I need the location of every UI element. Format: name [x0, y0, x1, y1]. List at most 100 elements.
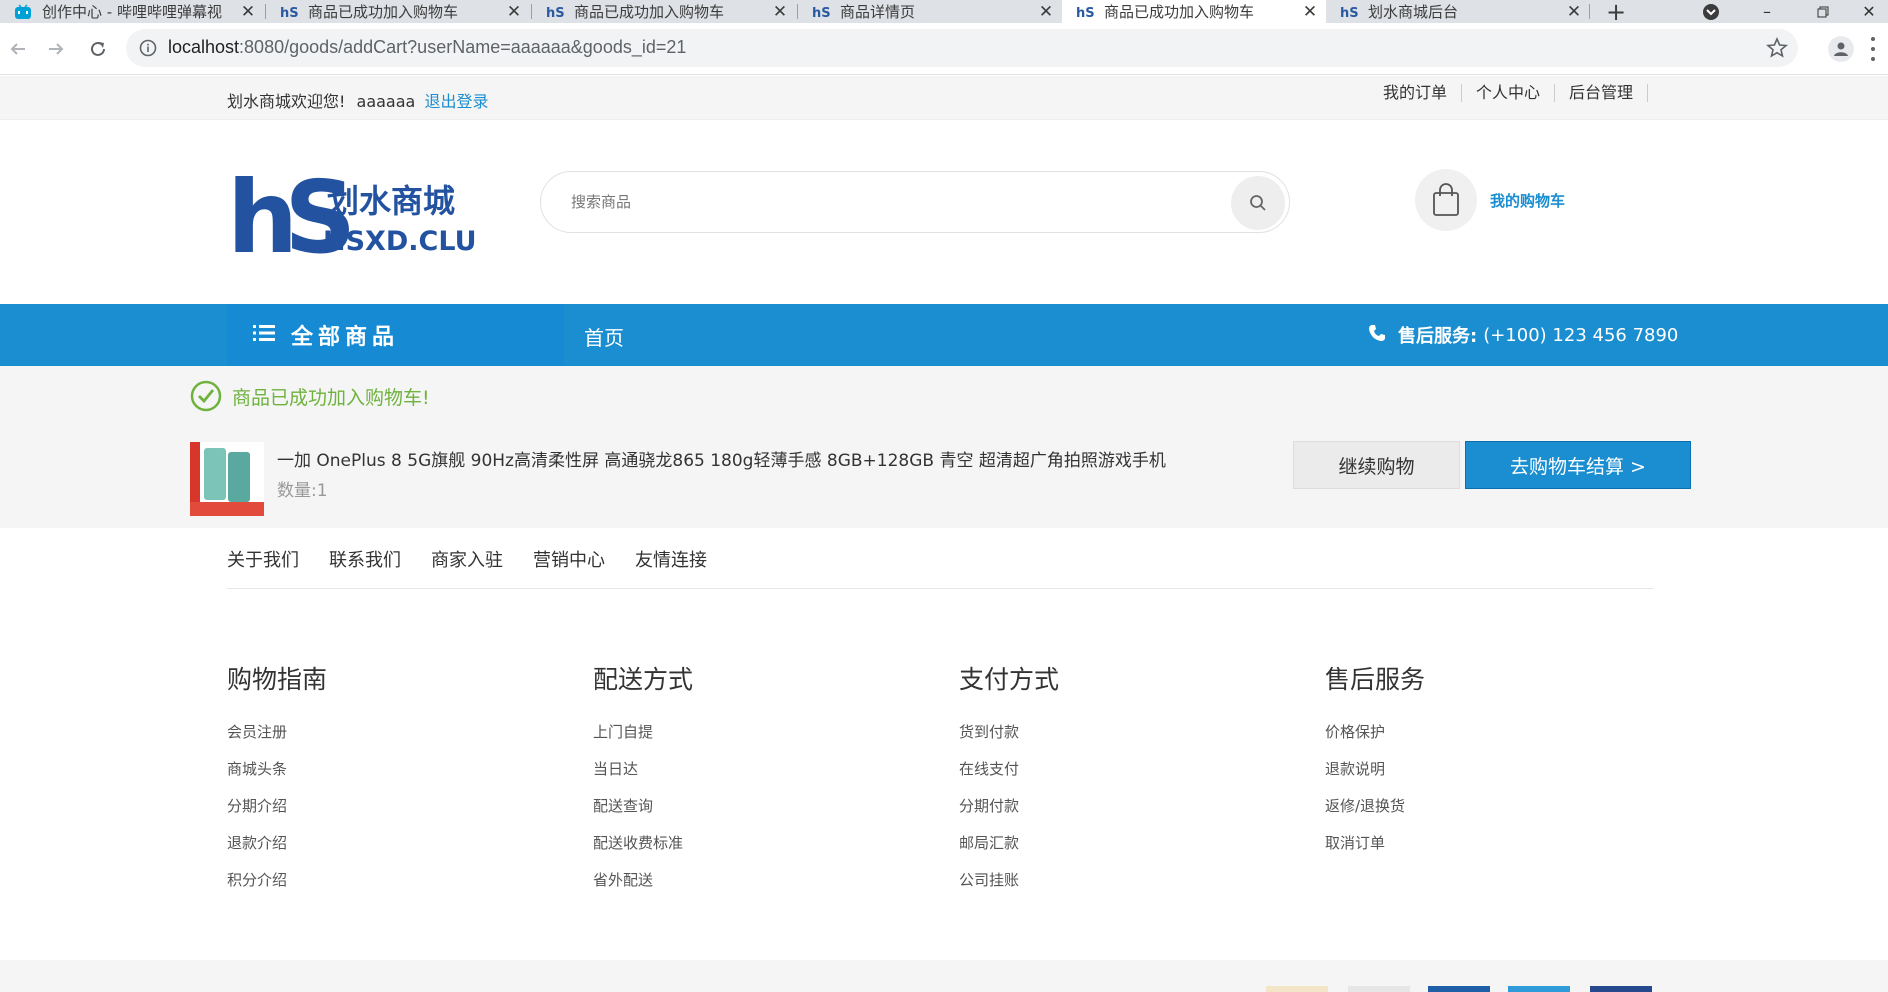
column-link[interactable]: 退款介绍 [227, 833, 527, 870]
site-logo-icon: hS [1076, 4, 1094, 20]
footer-link-about[interactable]: 关于我们 [227, 546, 299, 572]
top-links: 我的订单 个人中心 后台管理 [1369, 84, 1648, 102]
browser-tab-0[interactable]: 创作中心 - 哔哩哔哩弹幕视 ✕ [0, 0, 264, 23]
browser-toolbar: localhost:8080/goods/addCart?userName=aa… [0, 23, 1888, 75]
my-cart-link[interactable]: 我的购物车 [1490, 190, 1565, 211]
tab-title: 划水商城后台 [1368, 3, 1459, 21]
list-icon [253, 323, 275, 348]
payment-card-icon [1348, 986, 1410, 992]
browser-menu-icon[interactable] [1868, 37, 1878, 61]
column-link[interactable]: 在线支付 [959, 759, 1259, 796]
tab-separator [1589, 4, 1590, 19]
checkout-button[interactable]: 去购物车结算 > [1465, 441, 1691, 489]
column-link[interactable]: 配送查询 [593, 796, 893, 833]
service-phone: (+100) 123 456 7890 [1483, 324, 1679, 346]
back-icon[interactable] [4, 35, 32, 63]
my-orders-link[interactable]: 我的订单 [1369, 84, 1462, 102]
svg-text:hS: hS [280, 6, 298, 19]
browser-tab-3[interactable]: hS 商品详情页 ✕ [798, 0, 1062, 23]
footer-links: 关于我们 联系我们 商家入驻 营销中心 友情连接 [227, 546, 737, 572]
footer-link-contact[interactable]: 联系我们 [329, 546, 401, 572]
tab-close-icon[interactable]: ✕ [1038, 0, 1054, 23]
column-link[interactable]: 货到付款 [959, 722, 1259, 759]
reload-icon[interactable] [84, 35, 112, 63]
column-link[interactable]: 分期付款 [959, 796, 1259, 833]
column-link[interactable]: 退款说明 [1325, 759, 1625, 796]
column-link[interactable]: 配送收费标准 [593, 833, 893, 870]
search-button[interactable] [1231, 176, 1285, 230]
admin-link[interactable]: 后台管理 [1555, 84, 1648, 102]
welcome-message: 划水商城欢迎您! [227, 92, 346, 111]
success-text: 商品已成功加入购物车! [232, 386, 430, 409]
continue-shopping-button[interactable]: 继续购物 [1293, 441, 1460, 489]
footer-link-friends[interactable]: 友情连接 [635, 546, 707, 572]
new-tab-icon[interactable]: + [1602, 0, 1630, 26]
logout-link[interactable]: 退出登录 [424, 92, 488, 111]
footer-columns: 购物指南 会员注册 商城头条 分期介绍 退款介绍 积分介绍 配送方式 上门自提 … [227, 660, 1687, 910]
column-link[interactable]: 分期介绍 [227, 796, 527, 833]
phone-icon [1368, 324, 1386, 347]
svg-text:hS: hS [812, 6, 830, 19]
tab-search-icon[interactable] [1688, 0, 1734, 23]
cart-button[interactable] [1415, 169, 1477, 231]
site-logo[interactable]: hS 划水商城 HSXD.CLUB [227, 159, 497, 276]
all-goods-menu[interactable]: 全部商品 [227, 304, 564, 366]
column-link[interactable]: 公司挂账 [959, 870, 1259, 907]
column-link[interactable]: 邮局汇款 [959, 833, 1259, 870]
footer-bottom-bar [0, 960, 1888, 992]
product-quantity: 数量:1 [277, 481, 328, 501]
column-link[interactable]: 上门自提 [593, 722, 893, 759]
search-input[interactable] [571, 186, 1131, 218]
column-link[interactable]: 返修/退换货 [1325, 796, 1625, 833]
restore-icon[interactable] [1800, 0, 1846, 23]
site-logo-icon: hS [1340, 4, 1358, 20]
product-name[interactable]: 一加 OnePlus 8 5G旗舰 90Hz高清柔性屏 高通骁龙865 180g… [277, 446, 1166, 471]
svg-text:hS: hS [546, 6, 564, 19]
tab-close-icon[interactable]: ✕ [1302, 0, 1318, 23]
column-link[interactable]: 当日达 [593, 759, 893, 796]
footer-link-marketing[interactable]: 营销中心 [533, 546, 605, 572]
browser-tab-2[interactable]: hS 商品已成功加入购物车 ✕ [532, 0, 796, 23]
top-bar: 划水商城欢迎您! aaaaaa 退出登录 我的订单 个人中心 后台管理 [0, 76, 1888, 120]
payment-card-icon [1428, 986, 1490, 992]
tab-title: 商品已成功加入购物车 [308, 3, 459, 21]
product-thumbnail[interactable] [190, 442, 264, 516]
site-logo-icon: hS [812, 4, 830, 20]
username: aaaaaa [356, 92, 416, 111]
footer-link-merchant[interactable]: 商家入驻 [431, 546, 503, 572]
column-link[interactable]: 商城头条 [227, 759, 527, 796]
address-bar[interactable]: localhost:8080/goods/addCart?userName=aa… [126, 29, 1798, 67]
success-message: 商品已成功加入购物车! [190, 380, 430, 412]
browser-tab-4[interactable]: hS 商品已成功加入购物车 ✕ [1062, 0, 1326, 23]
column-link[interactable]: 取消订单 [1325, 833, 1625, 870]
tab-close-icon[interactable]: ✕ [772, 0, 788, 23]
browser-tab-5[interactable]: hS 划水商城后台 ✕ [1326, 0, 1590, 23]
bilibili-icon [14, 3, 32, 20]
footer-column-delivery: 配送方式 上门自提 当日达 配送查询 配送收费标准 省外配送 [593, 660, 893, 907]
after-sales-service: 售后服务: (+100) 123 456 7890 [1368, 322, 1678, 348]
url-text: localhost:8080/goods/addCart?userName=aa… [168, 37, 686, 58]
footer-column-service: 售后服务 价格保护 退款说明 返修/退换货 取消订单 [1325, 660, 1625, 870]
tab-close-icon[interactable]: ✕ [240, 0, 256, 23]
site-info-icon[interactable] [138, 38, 158, 58]
column-link[interactable]: 省外配送 [593, 870, 893, 907]
forward-icon[interactable] [42, 35, 70, 63]
tab-close-icon[interactable]: ✕ [506, 0, 522, 23]
browser-tab-1[interactable]: hS 商品已成功加入购物车 ✕ [266, 0, 530, 23]
shopping-bag-icon [1433, 183, 1459, 216]
tab-title: 商品详情页 [840, 3, 916, 21]
footer-column-payment: 支付方式 货到付款 在线支付 分期付款 邮局汇款 公司挂账 [959, 660, 1259, 907]
close-window-icon[interactable]: ✕ [1846, 0, 1888, 23]
bookmark-star-icon[interactable] [1766, 36, 1788, 59]
tab-close-icon[interactable]: ✕ [1566, 0, 1582, 23]
tab-title: 商品已成功加入购物车 [1104, 3, 1255, 21]
minimize-icon[interactable]: – [1744, 0, 1790, 23]
nav-home[interactable]: 首页 [584, 322, 624, 351]
profile-avatar-icon[interactable] [1828, 36, 1854, 62]
url-path: :8080/goods/addCart?userName=aaaaaa&good… [239, 37, 687, 57]
footer-divider [227, 588, 1654, 589]
column-link[interactable]: 会员注册 [227, 722, 527, 759]
personal-center-link[interactable]: 个人中心 [1462, 84, 1555, 102]
column-link[interactable]: 积分介绍 [227, 870, 527, 907]
column-link[interactable]: 价格保护 [1325, 722, 1625, 759]
